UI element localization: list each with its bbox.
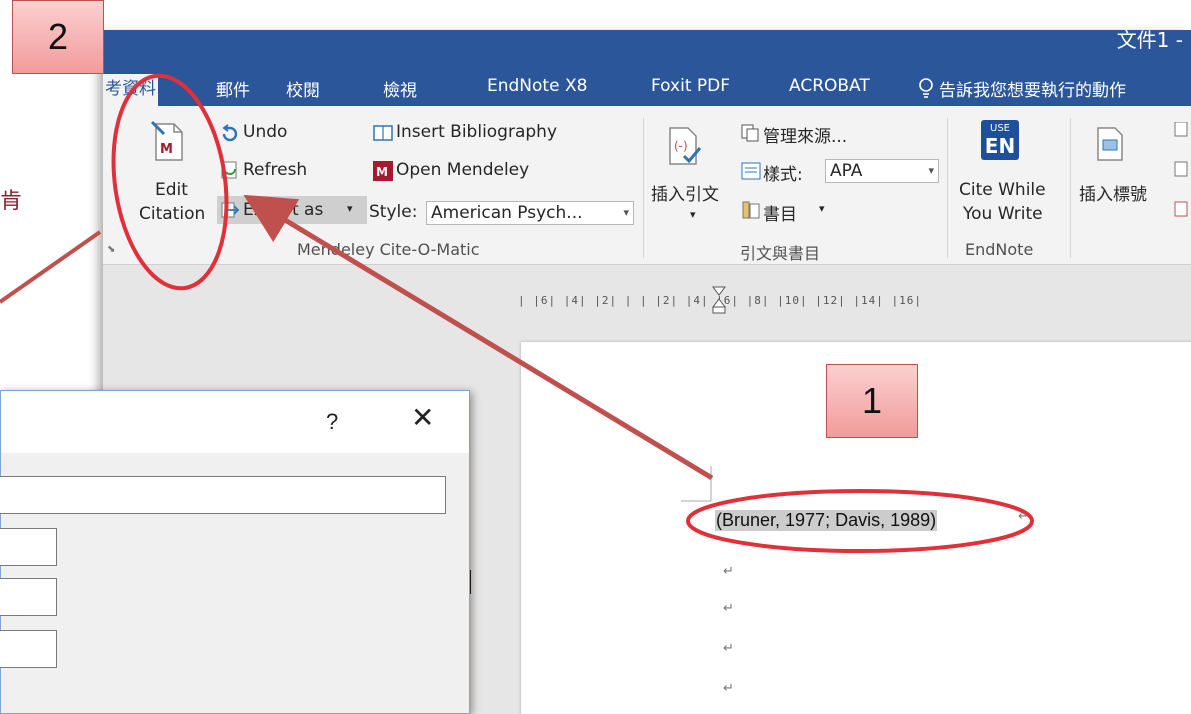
close-icon[interactable]: ✕ xyxy=(411,401,434,434)
bibliography-button[interactable]: 書目 xyxy=(763,200,797,225)
paragraph-mark: ↵ xyxy=(723,640,734,655)
insert-bibliography-button[interactable]: Insert Bibliography xyxy=(396,122,557,142)
chevron-down-icon: ▾ xyxy=(928,164,934,177)
endnote-en-text: EN xyxy=(984,134,1016,158)
edit-citation-label-2[interactable]: Citation xyxy=(139,204,205,224)
citations-group-label: 引文與書目 xyxy=(740,244,821,263)
endnote-use-text: USE xyxy=(990,123,1010,134)
chevron-down-icon: ▾ xyxy=(623,206,629,219)
endnote-use-icon: USE EN xyxy=(981,120,1019,160)
arrow-from-left xyxy=(0,230,102,304)
prefix-field[interactable] xyxy=(0,528,57,566)
mendeley-icon: M xyxy=(373,161,393,181)
citation-text[interactable]: (Bruner, 1977; Davis, 1989) xyxy=(715,510,938,531)
tab-endnote[interactable]: EndNote X8 xyxy=(487,76,587,96)
export-icon xyxy=(220,200,240,220)
title-bar: 文件1 - xyxy=(103,30,1191,64)
open-mendeley-button[interactable]: Open Mendeley xyxy=(396,160,529,180)
callout-one: 1 xyxy=(826,364,918,438)
svg-text:M: M xyxy=(160,142,173,157)
dialog-title-bar: ? ✕ xyxy=(1,391,469,453)
paragraph-mark: ↵ xyxy=(723,563,734,578)
refresh-icon xyxy=(220,160,240,180)
pages-field[interactable] xyxy=(0,630,57,668)
style-label: Style: xyxy=(369,202,418,222)
group-separator xyxy=(1070,118,1071,258)
citation-search-field[interactable] xyxy=(0,476,446,514)
tab-review[interactable]: 校閱 xyxy=(286,76,320,101)
undo-button[interactable]: Undo xyxy=(243,122,287,142)
manage-sources-icon xyxy=(741,124,759,142)
dialog-launcher-icon[interactable]: ⬊ xyxy=(107,244,115,255)
insert-caption-button[interactable]: 插入標號 xyxy=(1079,180,1147,205)
cite-while-you-write-label-1[interactable]: Cite While xyxy=(959,180,1046,200)
help-icon[interactable]: ? xyxy=(326,409,338,435)
edit-citation-label-1[interactable]: Edit xyxy=(155,180,188,200)
mendeley-group-label: Mendeley Cite-O-Matic xyxy=(297,240,480,259)
lightbulb-icon xyxy=(918,77,934,99)
tab-acrobat[interactable]: ACROBAT xyxy=(789,76,870,96)
caption-extra-icons xyxy=(1173,121,1189,222)
mendeley-style-select[interactable]: American Psych... ▾ xyxy=(426,201,634,225)
cite-while-you-write-label-2[interactable]: You Write xyxy=(963,204,1043,224)
callout-two: 2 xyxy=(12,0,104,74)
background-stray-char: 肯 xyxy=(0,189,23,214)
insert-citation-dropdown-icon[interactable]: ▾ xyxy=(690,208,696,221)
group-separator xyxy=(947,118,948,258)
tell-me-box[interactable]: 告訴我您想要執行的動作 xyxy=(939,76,1126,101)
endnote-group-label: EndNote xyxy=(965,240,1034,259)
refresh-button[interactable]: Refresh xyxy=(243,160,307,180)
bibliography-dropdown-icon[interactable]: ▾ xyxy=(819,202,825,215)
svg-text:(-): (-) xyxy=(674,139,688,153)
horizontal-ruler[interactable]: | |6| |4| |2| | | |2| |4| |6| |8| |10| |… xyxy=(518,294,1191,307)
undo-icon xyxy=(220,124,240,144)
tab-references[interactable]: 考資料 xyxy=(103,74,158,106)
edit-citation-icon: M xyxy=(150,120,186,162)
paragraph-mark: ↵ xyxy=(1018,508,1029,523)
svg-text:M: M xyxy=(376,165,388,179)
group-separator xyxy=(643,118,644,258)
tab-view[interactable]: 檢視 xyxy=(383,76,417,101)
citation-style-select[interactable]: APA ▾ xyxy=(825,159,939,183)
export-dropdown-icon[interactable]: ▾ xyxy=(347,202,353,215)
citation-style-value: APA xyxy=(830,161,863,181)
paragraph-mark: ↵ xyxy=(723,600,734,615)
edit-citation-dialog: ? ✕ xyxy=(0,390,470,714)
insert-caption-icon xyxy=(1095,126,1125,162)
manage-sources-button[interactable]: 管理來源... xyxy=(763,122,847,147)
citation-style-label: 樣式: xyxy=(763,165,803,185)
window-title: 文件1 - xyxy=(1116,30,1183,52)
insert-bibliography-icon xyxy=(373,124,393,142)
indent-marker-icon[interactable] xyxy=(712,286,726,314)
page-corner-mark xyxy=(681,466,721,506)
tab-foxit-pdf[interactable]: Foxit PDF xyxy=(651,76,730,96)
mendeley-style-value: American Psych... xyxy=(431,203,583,223)
insert-citation-icon: (-) xyxy=(666,126,702,166)
bibliography-icon xyxy=(741,200,761,220)
suffix-field[interactable] xyxy=(0,578,57,616)
export-as-button[interactable]: Export as xyxy=(243,200,323,220)
tab-mailings[interactable]: 郵件 xyxy=(216,76,250,101)
paragraph-mark: ↵ xyxy=(723,680,734,695)
insert-citation-button[interactable]: 插入引文 xyxy=(651,180,719,205)
citation-style-icon xyxy=(741,162,761,180)
